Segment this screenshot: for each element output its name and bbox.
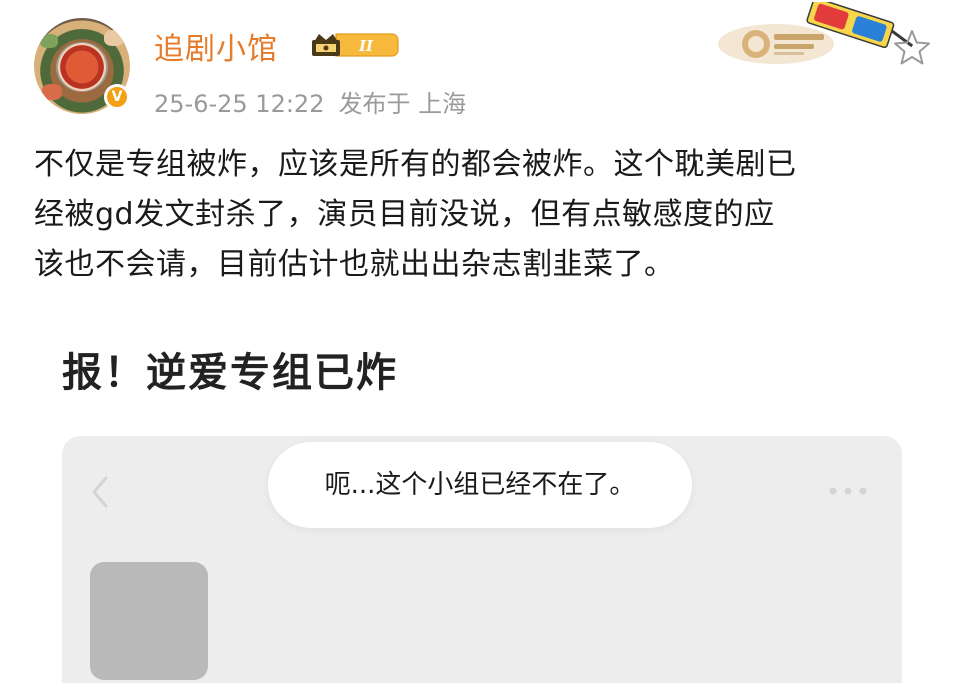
post-location: 发布于 上海	[338, 90, 467, 118]
avatar-food-item	[42, 84, 62, 100]
group-avatar-placeholder	[90, 562, 208, 680]
avatar-food-item	[40, 34, 58, 48]
post-text: 不仅是专组被炸，应该是所有的都会被炸。这个耽美剧已 经被gd发文封杀了，演员目前…	[34, 140, 934, 290]
toast-message: 呃...这个小组已经不在了。	[268, 442, 692, 528]
username[interactable]: 追剧小馆	[154, 24, 278, 68]
member-level-label: II	[358, 37, 374, 55]
post-text-line: 经被gd发文封杀了，演员目前没说，但有点敏感度的应	[34, 197, 775, 232]
post-date-time: 25-6-25 12:22	[154, 90, 325, 118]
verified-badge-icon: V	[104, 84, 130, 110]
avatar-hotpot-graphic	[56, 42, 108, 92]
star-outline-icon[interactable]	[892, 28, 932, 68]
post-text-line: 该也不会请，目前估计也就出出杂志割韭菜了。	[34, 247, 675, 282]
post-meta: 25-6-25 12:22 发布于 上海	[154, 84, 466, 119]
embedded-app-screen: 呃...这个小组已经不在了。	[62, 436, 902, 683]
crown-member-badge-icon[interactable]: II	[310, 30, 402, 60]
more-dots-icon	[829, 487, 867, 495]
chevron-left-icon	[92, 476, 108, 508]
post-image[interactable]: 报！逆爱专组已炸 呃...这个小组已经不在了。	[34, 320, 928, 683]
image-title: 报！逆爱专组已炸	[62, 350, 398, 396]
avatar-container[interactable]: V	[34, 18, 130, 114]
avatar-food-item	[104, 30, 124, 46]
post-text-line: 不仅是专组被炸，应该是所有的都会被炸。这个耽美剧已	[34, 147, 797, 182]
